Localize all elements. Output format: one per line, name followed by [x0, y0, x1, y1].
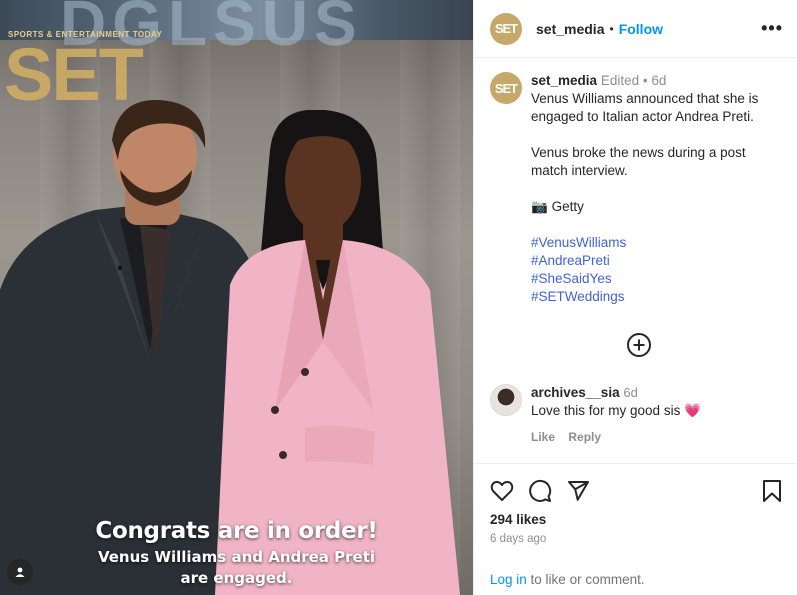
separator-dot: • [642, 73, 648, 88]
user-tag-icon[interactable] [7, 559, 33, 585]
post-image[interactable]: DGLSUS SPORTS & ENTERTAINMENT TODAY SET [0, 0, 473, 595]
hashtag-link[interactable]: #SETWeddings [531, 288, 781, 306]
heart-icon[interactable] [490, 479, 514, 503]
share-icon[interactable] [566, 479, 590, 503]
post-timestamp[interactable]: 6 days ago [474, 527, 797, 545]
instagram-post-modal: DGLSUS SPORTS & ENTERTAINMENT TODAY SET [0, 0, 797, 595]
post-caption: SET set_media Edited • 6d Venus Williams… [474, 58, 797, 306]
photo-credit: Getty [551, 199, 584, 214]
hashtag-link[interactable]: #VenusWilliams [531, 234, 781, 252]
action-bar [474, 464, 797, 504]
comment-reply-button[interactable]: Reply [568, 430, 601, 444]
comment-item: archives__sia 6d Love this for my good s… [490, 384, 781, 446]
caption-headline: Congrats are in order! [95, 518, 378, 544]
caption-text-2: Venus broke the news during a post match… [531, 145, 746, 178]
more-options-icon[interactable]: ••• [761, 18, 783, 39]
post-actions-footer: 294 likes 6 days ago Log in to like or c… [474, 463, 797, 595]
follow-button[interactable]: Follow [619, 21, 663, 37]
edited-label: Edited [600, 73, 640, 88]
bookmark-icon[interactable] [761, 479, 783, 503]
comment-text: Love this for my good sis [531, 403, 681, 418]
comment-icon[interactable] [528, 479, 552, 503]
commenter-avatar[interactable] [490, 384, 522, 416]
caption-text-1: Venus Williams announced that she is eng… [531, 91, 759, 124]
author-username[interactable]: set_media [536, 21, 604, 37]
hashtag-link[interactable]: #AndreaPreti [531, 252, 781, 270]
hashtag-link[interactable]: #SheSaidYes [531, 270, 781, 288]
caption-username[interactable]: set_media [531, 73, 597, 88]
login-prompt: Log in to like or comment. [490, 572, 645, 587]
post-sidebar: SET set_media • Follow ••• SET set_media… [473, 0, 797, 595]
post-age[interactable]: 6d [651, 73, 666, 88]
comment-age[interactable]: 6d [623, 385, 637, 400]
comments-area: SET set_media Edited • 6d Venus Williams… [474, 58, 797, 463]
login-link[interactable]: Log in [490, 572, 527, 587]
caption-subline-1: Venus Williams and Andrea Preti [97, 548, 376, 566]
caption-subline-2: are engaged. [180, 569, 293, 587]
camera-icon: 📷 [531, 199, 548, 214]
plus-circle-icon[interactable] [626, 332, 652, 358]
login-prompt-text: to like or comment. [526, 572, 645, 587]
separator-dot: • [609, 21, 614, 36]
post-header: SET set_media • Follow ••• [474, 0, 797, 58]
caption-avatar[interactable]: SET [490, 72, 522, 104]
author-avatar[interactable]: SET [490, 12, 522, 45]
heart-emoji: 💗 [684, 403, 701, 418]
comment-like-button[interactable]: Like [531, 430, 555, 444]
like-count[interactable]: 294 likes [474, 504, 797, 527]
commenter-username[interactable]: archives__sia [531, 385, 620, 400]
